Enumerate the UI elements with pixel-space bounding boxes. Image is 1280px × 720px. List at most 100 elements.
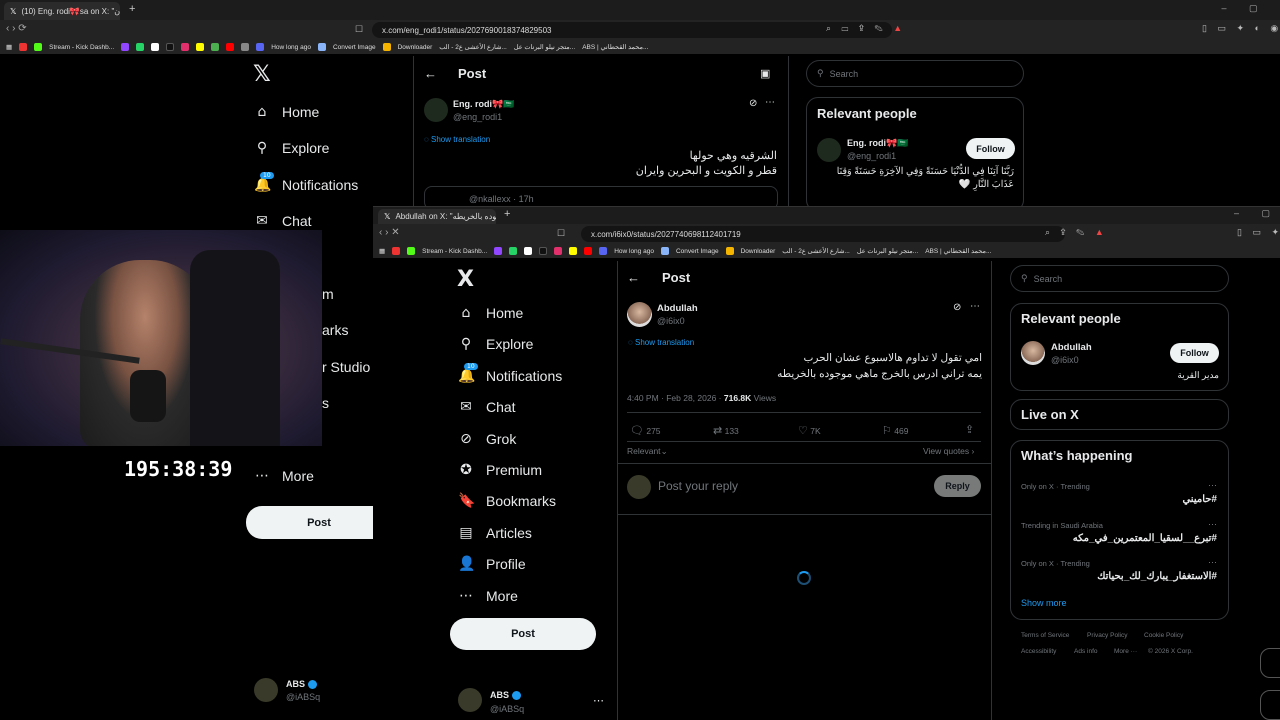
youtube-icon[interactable] <box>584 247 593 255</box>
trend-more-icon[interactable]: ⋯ <box>1208 480 1217 491</box>
downloader-icon[interactable] <box>382 43 391 51</box>
grok-icon[interactable]: ⊘ <box>953 302 961 313</box>
new-tab-icon[interactable]: + <box>504 208 510 220</box>
back-nav-partial[interactable]: r Studio <box>322 359 370 375</box>
back-rp-name[interactable]: Eng. rodi🎀🇸🇦 <box>847 138 908 149</box>
snapchat-icon[interactable] <box>196 43 205 51</box>
front-nav-buttons[interactable]: ‹ › ✕ <box>379 227 400 238</box>
footer-link[interactable]: More ··· <box>1114 648 1137 655</box>
x-bookmark-icon[interactable] <box>524 247 533 255</box>
view-quotes-link[interactable]: View quotes › <box>923 446 974 456</box>
bookmark-item[interactable]: Convert Image <box>333 44 376 51</box>
back-rp-handle[interactable]: @eng_rodi1 <box>847 151 896 161</box>
bookmark-item[interactable]: How long ago <box>614 248 654 255</box>
bookmark-item[interactable]: متجر نيلو البرنات عل... <box>857 247 918 255</box>
bookmark-star-icon[interactable]: ☐ <box>557 228 565 239</box>
bookmark-star-icon[interactable]: ☐ <box>355 24 363 35</box>
back-nav-partial[interactable]: m <box>322 286 334 302</box>
front-tab[interactable]: 𝕏 Abdullah on X: "موجوده بالخريطه × <box>378 209 496 224</box>
whatsapp-icon[interactable] <box>509 247 518 255</box>
bookmark-icon[interactable] <box>19 43 28 51</box>
avatar[interactable] <box>627 302 652 327</box>
reply-button[interactable]: Reply <box>934 475 981 497</box>
back-post-button[interactable]: Post <box>246 506 392 539</box>
front-extension-icons[interactable]: ▯ ▭ ✦ <box>1237 227 1280 238</box>
footer-link[interactable]: Privacy Policy <box>1087 632 1127 639</box>
back-nav-partial[interactable]: s <box>322 395 329 411</box>
bookmark-action[interactable]: ⚐ 469 <box>882 424 908 437</box>
show-more-link[interactable]: Show more <box>1021 598 1067 608</box>
bookmark-item[interactable]: Downloader <box>398 44 433 51</box>
tiktok-icon[interactable] <box>539 247 548 255</box>
front-author-name[interactable]: Abdullah <box>657 303 698 314</box>
trend-more-icon[interactable]: ⋯ <box>1208 557 1217 568</box>
grok-icon[interactable]: ⊘ <box>749 98 757 109</box>
messages-float-button[interactable] <box>1260 690 1280 720</box>
front-nav-grok[interactable]: ⊘ Grok <box>458 431 516 447</box>
avatar[interactable] <box>424 98 448 122</box>
sort-dropdown[interactable]: Relevant⌄ <box>627 446 668 457</box>
window-controls[interactable]: – ▢ <box>1221 3 1280 14</box>
avatar[interactable] <box>254 678 278 702</box>
avatar[interactable] <box>817 138 841 162</box>
instagram-icon[interactable] <box>554 247 563 255</box>
whatsapp-icon[interactable] <box>136 43 145 51</box>
trend-name[interactable]: #تبرع__لسقيا_المعتمرين_في_مكه <box>1073 533 1217 544</box>
discord-icon[interactable] <box>599 247 608 255</box>
bookmark-item[interactable]: شارع الأعشى ع2 - الب... <box>439 43 507 51</box>
window-controls[interactable]: – ▢ <box>1234 208 1280 219</box>
back-nav-partial[interactable]: arks <box>322 322 348 338</box>
front-rp-name[interactable]: Abdullah <box>1051 342 1092 353</box>
grok-float-button[interactable] <box>1260 648 1280 678</box>
front-nav-more[interactable]: ⋯ More <box>458 588 518 604</box>
front-follow-button[interactable]: Follow <box>1170 343 1219 363</box>
front-nav-articles[interactable]: ▤ Articles <box>458 525 532 541</box>
avatar[interactable] <box>1021 341 1045 365</box>
bookmark-item[interactable]: شارع الأعشى ع2 - الب... <box>782 247 850 255</box>
front-post-button[interactable]: Post <box>450 618 596 650</box>
trend-name[interactable]: #الاستغفار_يبارك_لك_بحياتك <box>1097 571 1217 582</box>
front-show-translation[interactable]: ◌ Show translation <box>628 338 694 347</box>
reply-input[interactable]: Post your reply <box>658 479 738 493</box>
front-toolbar-icons[interactable]: ⌕ ⇪ ✎ ▲ <box>1045 227 1108 238</box>
trend-more-icon[interactable]: ⋯ <box>1208 519 1217 530</box>
discord-icon[interactable] <box>256 43 265 51</box>
front-nav-chat[interactable]: ✉ Chat <box>458 399 515 415</box>
convert-icon[interactable] <box>317 43 326 51</box>
bookmark-icon[interactable] <box>241 43 250 51</box>
back-nav-chat[interactable]: ✉ Chat <box>254 213 311 229</box>
front-author-handle[interactable]: @i6ix0 <box>657 316 685 326</box>
back-arrow-icon[interactable]: ← <box>424 66 437 81</box>
trend-name[interactable]: #حاميني <box>1182 494 1217 505</box>
front-nav-profile[interactable]: 👤 Profile <box>458 556 526 572</box>
account-menu-icon[interactable]: ⋯ <box>593 694 604 707</box>
back-follow-button[interactable]: Follow <box>966 138 1015 159</box>
twitch-icon[interactable] <box>494 247 503 255</box>
bookmark-item[interactable]: متجر نيلو البرنات عل... <box>514 43 575 51</box>
front-url-field[interactable]: x.com/i6ix0/status/2027740698112401719 <box>581 226 1065 242</box>
share-icon[interactable]: ⇪ <box>965 423 974 436</box>
footer-link[interactable]: Ads info <box>1074 648 1098 655</box>
back-url-field[interactable]: x.com/eng_rodi1/status/20276900183748295… <box>372 22 892 38</box>
downloader-icon[interactable] <box>725 247 734 255</box>
footer-link[interactable]: Cookie Policy <box>1144 632 1183 639</box>
bookmark-item[interactable]: How long ago <box>271 44 311 51</box>
back-tab[interactable]: 𝕏 (10) Eng. rodi🎀sa on X: "وايران × <box>4 2 120 20</box>
kick-icon[interactable] <box>407 247 416 255</box>
back-author-handle[interactable]: @eng_rodi1 <box>453 112 502 122</box>
repost-action[interactable]: ⇄ 133 <box>713 424 739 437</box>
back-nav-explore[interactable]: ⚲ Explore <box>254 140 330 156</box>
convert-icon[interactable] <box>660 247 669 255</box>
bookmark-icon[interactable] <box>392 247 401 255</box>
snapchat-icon[interactable] <box>569 247 578 255</box>
bookmark-item[interactable]: ABS | محمد القحطاني... <box>925 247 991 255</box>
x-logo-icon[interactable]: X <box>457 267 474 292</box>
back-arrow-icon[interactable]: ← <box>627 270 640 285</box>
front-nav-explore[interactable]: ⚲ Explore <box>458 336 534 352</box>
back-nav-buttons[interactable]: ‹ › ⟳ <box>6 23 27 34</box>
front-rp-handle[interactable]: @i6ix0 <box>1051 355 1079 365</box>
reply-action[interactable]: 🗨 275 <box>630 424 661 437</box>
back-toolbar-icons[interactable]: ⌕ ▭ ⇪ ✎ ▲ <box>826 23 906 34</box>
youtube-icon[interactable] <box>226 43 235 51</box>
footer-link[interactable]: Accessibility <box>1021 648 1056 655</box>
